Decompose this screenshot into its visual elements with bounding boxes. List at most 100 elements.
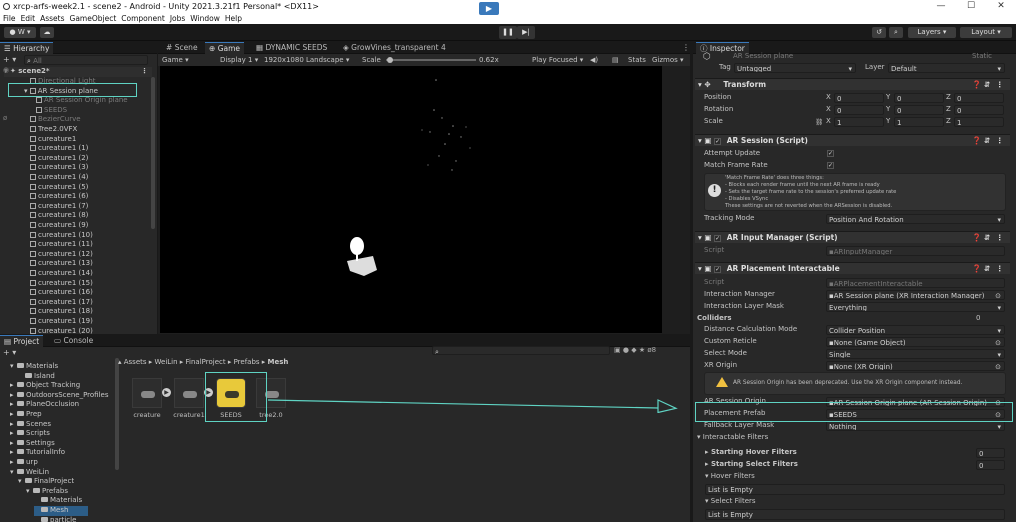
project-folder-item[interactable]: ▸ OutdoorsScene_Profiles — [10, 391, 108, 401]
component-menu-icon[interactable]: ⋮ — [996, 263, 1004, 275]
hover-filters-row[interactable]: ▾ Hover Filters — [705, 471, 755, 483]
distance-value-field[interactable]: Collider Position ▾ — [826, 325, 1005, 335]
tab-scene[interactable]: # Scene — [162, 42, 202, 54]
link-scale-icon[interactable]: ⛓ — [815, 118, 823, 126]
select-filters-value[interactable]: 0 — [976, 460, 1005, 470]
attempt-update-checkbox[interactable]: ✓ — [827, 150, 834, 157]
component-help-icon[interactable]: ❓ — [972, 232, 981, 244]
foldout-icon[interactable]: ▸ — [10, 429, 17, 439]
breadcrumb-item[interactable]: WeiLin — [155, 358, 178, 366]
component-menu-icon[interactable]: ⋮ — [996, 135, 1004, 147]
axis-label[interactable]: Y — [886, 105, 890, 113]
frame-icon[interactable]: ▤ — [612, 54, 619, 66]
project-folder-item[interactable]: ▸ Settings — [10, 439, 55, 449]
layer-dropdown[interactable]: Default ▾ — [888, 63, 1005, 73]
hierarchy-item[interactable]: cureature1 (7) — [30, 202, 88, 212]
hierarchy-item[interactable]: cureature1 (4) — [30, 173, 88, 183]
transform-position-field[interactable]: 0 — [894, 93, 944, 103]
hierarchy-item[interactable]: cureature1 (19) — [30, 317, 93, 327]
scene-menu-icon[interactable]: ⋮ — [141, 67, 148, 77]
dropdown-icon[interactable]: ▾ — [997, 303, 1001, 311]
gizmos-dropdown[interactable]: Gizmos ▾ — [652, 54, 684, 66]
tab-dynamic-seeds[interactable]: ▦ DYNAMIC SEEDS — [252, 42, 331, 54]
resolution-dropdown[interactable]: 1920x1080 Landscape ▾ — [264, 54, 349, 66]
hierarchy-item[interactable]: cureature1 (3) — [30, 163, 88, 173]
tab-console[interactable]: ▭ Console — [50, 335, 97, 347]
ar-placement-header[interactable]: ▾ ▣ ✓ AR Placement Interactable ❓ ⇵ ⋮ — [695, 262, 1010, 274]
project-folder-item[interactable]: ▸ Prep — [10, 410, 42, 420]
minimize-button[interactable]: — — [926, 0, 956, 13]
hierarchy-item[interactable]: cureature1 (11) — [30, 240, 93, 250]
transform-scale-field[interactable]: 1 — [954, 117, 1004, 127]
menu-jobs[interactable]: Jobs — [170, 13, 185, 24]
project-folder-item[interactable]: particle — [34, 516, 76, 522]
interaction-manager-value-field[interactable]: ▪AR Session plane (XR Interaction Manage… — [826, 290, 1005, 300]
tracking-mode-dropdown[interactable]: Position And Rotation ▾ — [826, 214, 1005, 224]
match-frame-rate-checkbox[interactable]: ✓ — [827, 162, 834, 169]
hierarchy-item[interactable]: cureature1 (9) — [30, 221, 88, 231]
project-folder-item[interactable]: ▾ FinalProject — [18, 477, 74, 487]
breadcrumb-item[interactable]: Mesh — [268, 358, 289, 366]
visibility-icon[interactable]: ◉ — [3, 66, 9, 74]
project-folder-item[interactable]: ▸ TutorialInfo — [10, 448, 65, 458]
menu-component[interactable]: Component — [121, 13, 165, 24]
axis-label[interactable]: X — [826, 93, 831, 101]
tab-game[interactable]: ⊕ Game — [205, 42, 245, 54]
layout-dropdown[interactable]: Layout ▾ — [960, 27, 1012, 38]
axis-label[interactable]: Y — [886, 93, 890, 101]
project-folder-item[interactable]: ▾ WeiLin — [10, 468, 49, 478]
transform-rotation-field[interactable]: 0 — [834, 105, 884, 115]
menu-file[interactable]: File — [3, 13, 16, 24]
menu-gameobject[interactable]: GameObject — [70, 13, 117, 24]
project-folder-item[interactable]: ▾ Prefabs — [26, 487, 68, 497]
hover-filters-value[interactable]: 0 — [976, 448, 1005, 458]
project-folder-item[interactable]: Materials — [34, 496, 82, 506]
reticle-value-field[interactable]: ▪None (Game Object) ⊙ — [826, 337, 1005, 347]
select-filters-row[interactable]: ▾ Select Filters — [705, 496, 756, 508]
hierarchy-item[interactable]: cureature1 (15) — [30, 279, 93, 289]
interactable-filters-row[interactable]: ▾ Interactable Filters — [697, 432, 768, 444]
dropdown-icon[interactable]: ▾ — [997, 350, 1001, 358]
ar-input-manager-header[interactable]: ▾ ▣ ✓ AR Input Manager (Script) ❓ ⇵ ⋮ — [695, 231, 1010, 243]
colliders-count[interactable]: 0 — [976, 314, 980, 322]
hidden-icon[interactable]: ø — [3, 114, 7, 122]
menu-edit[interactable]: Edit — [21, 13, 36, 24]
hover-filters-label-row[interactable]: ▸ Starting Hover Filters — [705, 447, 797, 459]
project-folder-item[interactable]: ▸ Scripts — [10, 429, 50, 439]
component-preset-icon[interactable]: ⇵ — [984, 79, 990, 91]
foldout-icon[interactable]: ▸ — [10, 400, 17, 410]
scale-slider-handle[interactable] — [387, 57, 393, 63]
foldout-icon[interactable]: ▾ — [18, 477, 25, 487]
stats-button[interactable]: Stats — [628, 54, 646, 66]
axis-label[interactable]: X — [826, 117, 831, 125]
close-button[interactable]: ✕ — [986, 0, 1016, 13]
hierarchy-item[interactable]: cureature1 (13) — [30, 259, 93, 269]
filter-label-icon[interactable]: ● — [623, 346, 629, 354]
search-icon[interactable]: ⌕ — [889, 27, 903, 38]
transform-scale-field[interactable]: 1 — [834, 117, 884, 127]
tag-dropdown[interactable]: Untagged ▾ — [734, 63, 856, 73]
transform-position-field[interactable]: 0 — [834, 93, 884, 103]
project-add-icon[interactable]: + ▾ — [3, 348, 16, 357]
object-picker-icon[interactable]: ⊙ — [995, 291, 1001, 299]
foldout-icon[interactable]: ▸ — [10, 448, 17, 458]
project-search-input[interactable]: ⌕ — [432, 346, 610, 355]
foldout-icon[interactable]: ▾ — [26, 487, 33, 497]
cloud-button[interactable]: ☁ — [40, 27, 54, 38]
project-folder-item[interactable]: Mesh — [34, 506, 89, 516]
scene-row[interactable]: ▾ ✦ scene2* ⋮ — [4, 67, 152, 77]
axis-label[interactable]: Z — [946, 117, 951, 125]
hierarchy-item[interactable]: cureature1 (14) — [30, 269, 93, 279]
foldout-icon[interactable]: ▸ — [10, 458, 17, 468]
hierarchy-item[interactable]: cureature1 (8) — [30, 211, 88, 221]
display-dropdown[interactable]: Display 1 ▾ — [220, 54, 258, 66]
hierarchy-item[interactable]: BezierCurve — [30, 115, 81, 125]
menu-help[interactable]: Help — [225, 13, 242, 24]
scale-slider[interactable] — [386, 59, 476, 61]
component-help-icon[interactable]: ❓ — [972, 79, 981, 91]
foldout-icon[interactable]: ▸ — [10, 410, 17, 420]
foldout-icon[interactable]: ▾ — [10, 468, 17, 478]
tab-hierarchy[interactable]: ☰ Hierarchy — [0, 42, 54, 54]
hierarchy-item[interactable]: Tree2.0VFX — [30, 125, 77, 135]
hierarchy-search-input[interactable]: ⌕ All — [24, 55, 148, 65]
